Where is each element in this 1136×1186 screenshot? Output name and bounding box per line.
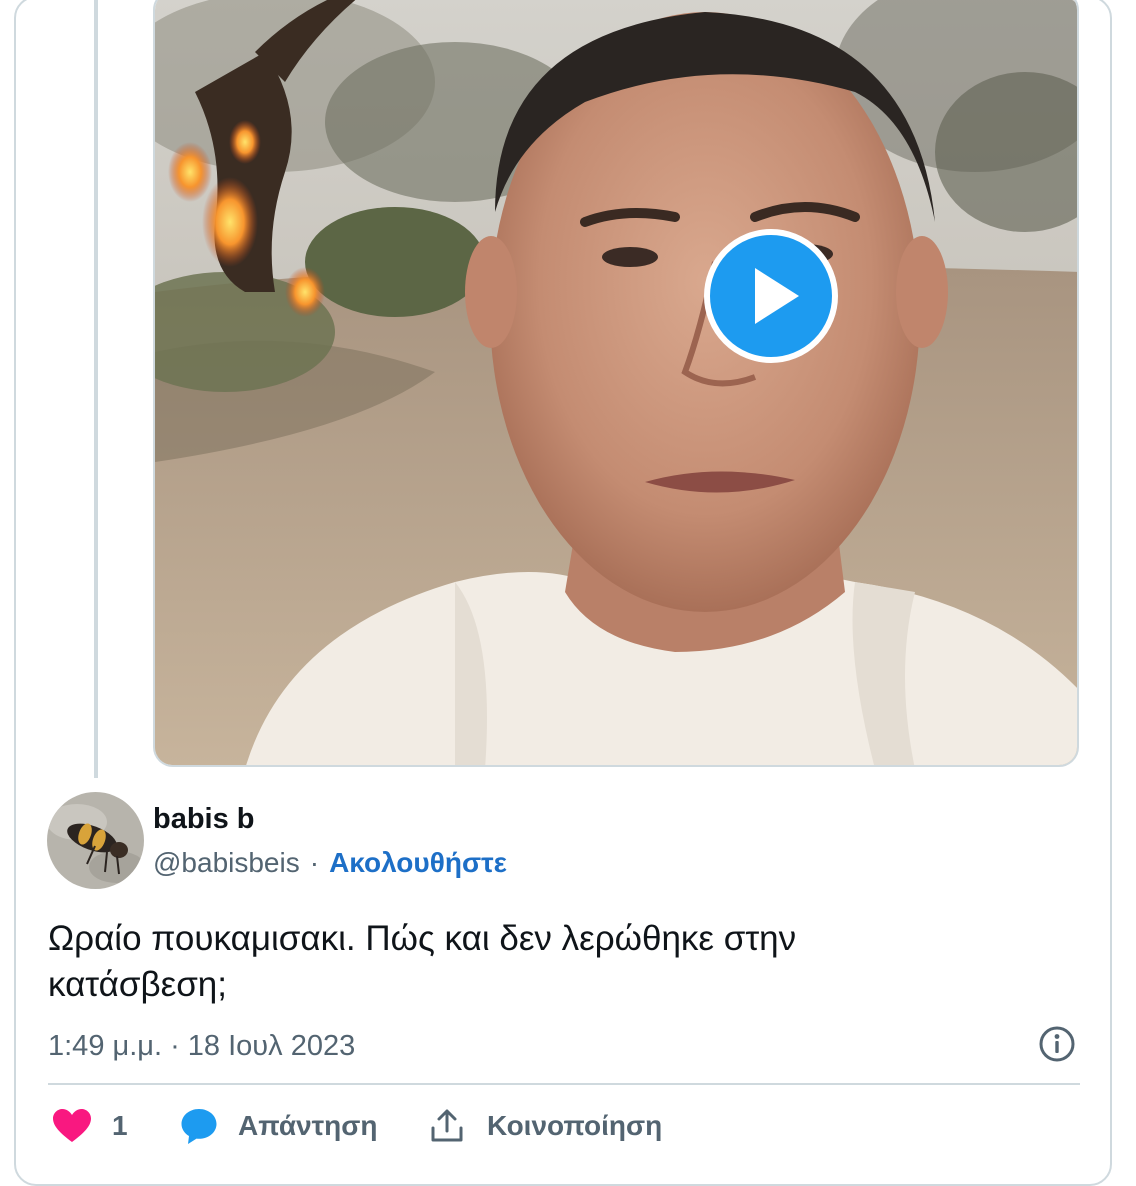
bee-avatar — [47, 792, 144, 889]
tweet-text: Ωραίο πουκαμισακι. Πώς και δεν λερώθηκε … — [48, 916, 1088, 1008]
avatar[interactable] — [47, 792, 144, 889]
like-count: 1 — [112, 1110, 128, 1141]
tweet-timestamp[interactable]: 1:49 μ.μ. · 18 Ιουλ 2023 — [48, 1026, 355, 1066]
play-button[interactable] — [703, 228, 839, 364]
share-button[interactable]: Κοινοποίηση — [429, 1102, 662, 1150]
reply-label: Απάντηση — [238, 1110, 378, 1141]
reply-button[interactable]: Απάντηση — [180, 1102, 378, 1150]
heart-icon — [53, 1109, 91, 1142]
speech-bubble-icon — [181, 1109, 217, 1144]
like-button[interactable]: 1 — [52, 1102, 128, 1150]
tweet-actions-bar: 1 Απάντηση Κοινοποίηση — [52, 1102, 1082, 1150]
handle-separator: · — [309, 847, 320, 878]
share-icon — [431, 1109, 463, 1142]
thread-connector-line — [94, 0, 98, 778]
video-frame-image — [155, 0, 1077, 765]
tweet-video-thumbnail[interactable] — [153, 0, 1079, 767]
share-label: Κοινοποίηση — [487, 1110, 663, 1141]
tweet-text-line-1: Ωραίο πουκαμισακι. Πώς και δεν λερώθηκε … — [48, 919, 797, 958]
divider — [48, 1083, 1080, 1085]
info-button[interactable] — [1038, 1025, 1076, 1063]
tweet-text-line-2: κατάσβεση; — [48, 965, 227, 1004]
author-handle[interactable]: @babisbeis — [153, 847, 300, 878]
info-icon — [1039, 1026, 1075, 1062]
author-handle-row: @babisbeis · Ακολουθήστε — [153, 843, 507, 883]
follow-button[interactable]: Ακολουθήστε — [329, 847, 507, 878]
author-display-name[interactable]: babis b — [153, 800, 255, 838]
play-circle-icon — [704, 229, 838, 363]
